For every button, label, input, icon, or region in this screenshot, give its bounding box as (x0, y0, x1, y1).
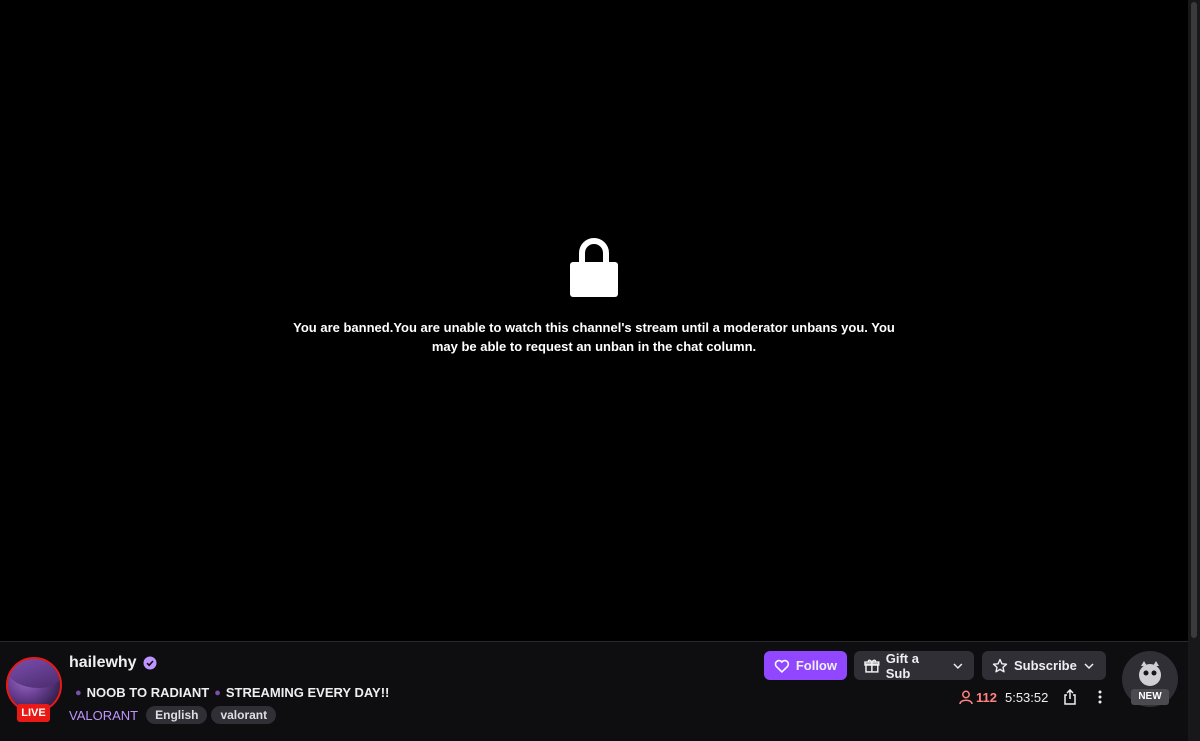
follow-button[interactable]: Follow (764, 651, 847, 680)
star-icon (992, 658, 1008, 672)
live-badge: LIVE (17, 704, 50, 722)
gift-sub-button[interactable]: Gift a Sub (854, 650, 974, 681)
category-link[interactable]: VALORANT (69, 708, 138, 723)
stream-title: ● NOOB TO RADIANT ● STREAMING EVERY DAY!… (70, 685, 389, 700)
ban-message: You are banned.You are unable to watch t… (270, 318, 918, 356)
person-icon (959, 690, 973, 705)
channel-info-bar: LIVE hailewhy ● NOOB TO RADIANT ● STREAM… (0, 641, 1188, 741)
channel-name-row: hailewhy (69, 654, 157, 672)
chevron-down-icon (1084, 662, 1094, 669)
chevron-down-icon (953, 663, 963, 669)
tag-english[interactable]: English (146, 706, 208, 724)
lock-icon (570, 238, 618, 297)
uptime: 5:53:52 (1004, 689, 1049, 705)
scrollbar-thumb[interactable] (1191, 2, 1197, 638)
heart-icon (774, 659, 790, 673)
video-player[interactable]: You are banned.You are unable to watch t… (0, 0, 1188, 641)
stream-title-part-1: NOOB TO RADIANT (86, 685, 210, 700)
ban-message-line-1: You are banned.You are unable to watch t… (293, 320, 895, 335)
avatar-image (8, 659, 60, 688)
subscribe-label: Subscribe (1014, 658, 1077, 673)
gift-sub-label: Gift a Sub (885, 650, 919, 681)
tag-valorant[interactable]: valorant (211, 706, 277, 724)
follow-label: Follow (795, 658, 837, 673)
subscribe-button[interactable]: Subscribe (982, 651, 1106, 680)
verified-badge-icon (143, 656, 157, 670)
channel-name[interactable]: hailewhy (69, 654, 137, 672)
stream-stats: 112 5:53:52 (958, 689, 1108, 705)
new-badge: NEW (1131, 689, 1169, 705)
more-options-button[interactable] (1092, 689, 1108, 705)
emote-icon: ● (214, 686, 221, 699)
ban-message-line-2: may be able to request an unban in the c… (431, 339, 757, 354)
gift-icon (864, 659, 880, 673)
scrollbar[interactable] (1188, 0, 1200, 741)
more-vertical-icon (1098, 690, 1102, 704)
stream-title-part-2: STREAMING EVERY DAY!! (225, 685, 390, 700)
ban-notice: You are banned.You are unable to watch t… (270, 236, 918, 356)
share-button[interactable] (1062, 689, 1078, 705)
share-icon (1064, 689, 1077, 705)
emote-icon: ● (75, 686, 82, 699)
stream-meta: VALORANT English valorant (69, 706, 280, 724)
viewer-count: 112 (958, 689, 997, 705)
viewer-count-value: 112 (976, 689, 997, 705)
